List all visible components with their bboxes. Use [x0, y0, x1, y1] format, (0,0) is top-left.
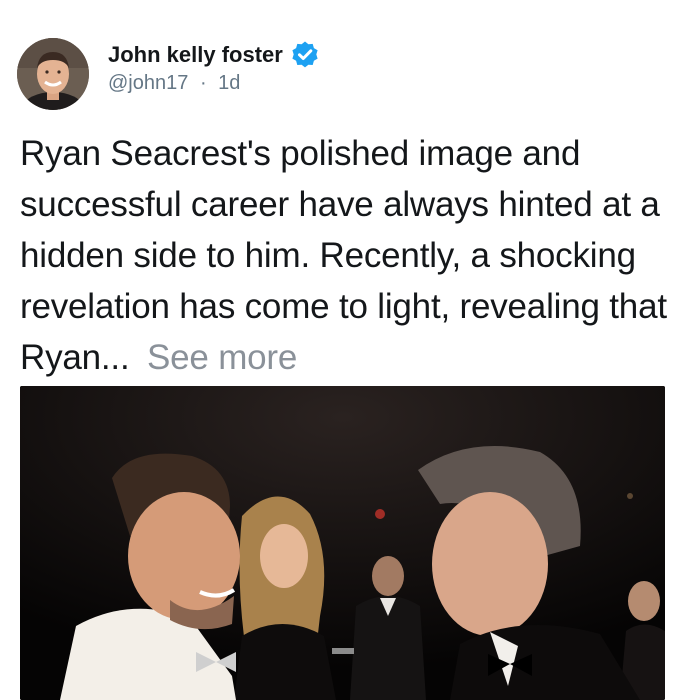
author-handle[interactable]: @john17 — [108, 72, 188, 94]
author-avatar[interactable] — [17, 38, 89, 110]
meta-separator: · — [199, 72, 207, 94]
post-text: Ryan Seacrest's polished image and succe… — [20, 128, 690, 383]
post-card: John kelly foster @john17 · 1d Ryan Seac… — [0, 0, 700, 700]
author-row: John kelly foster — [108, 40, 320, 70]
post-image[interactable] — [20, 386, 665, 700]
post-time[interactable]: 1d — [218, 72, 240, 94]
author-name[interactable]: John kelly foster — [108, 42, 283, 68]
verified-badge-icon — [290, 40, 320, 70]
avatar-photo — [17, 38, 89, 110]
post-meta: @john17 · 1d — [108, 72, 240, 95]
photo-image — [20, 386, 665, 700]
see-more-link[interactable]: See more — [147, 338, 297, 377]
post-body: Ryan Seacrest's polished image and succe… — [20, 134, 667, 377]
